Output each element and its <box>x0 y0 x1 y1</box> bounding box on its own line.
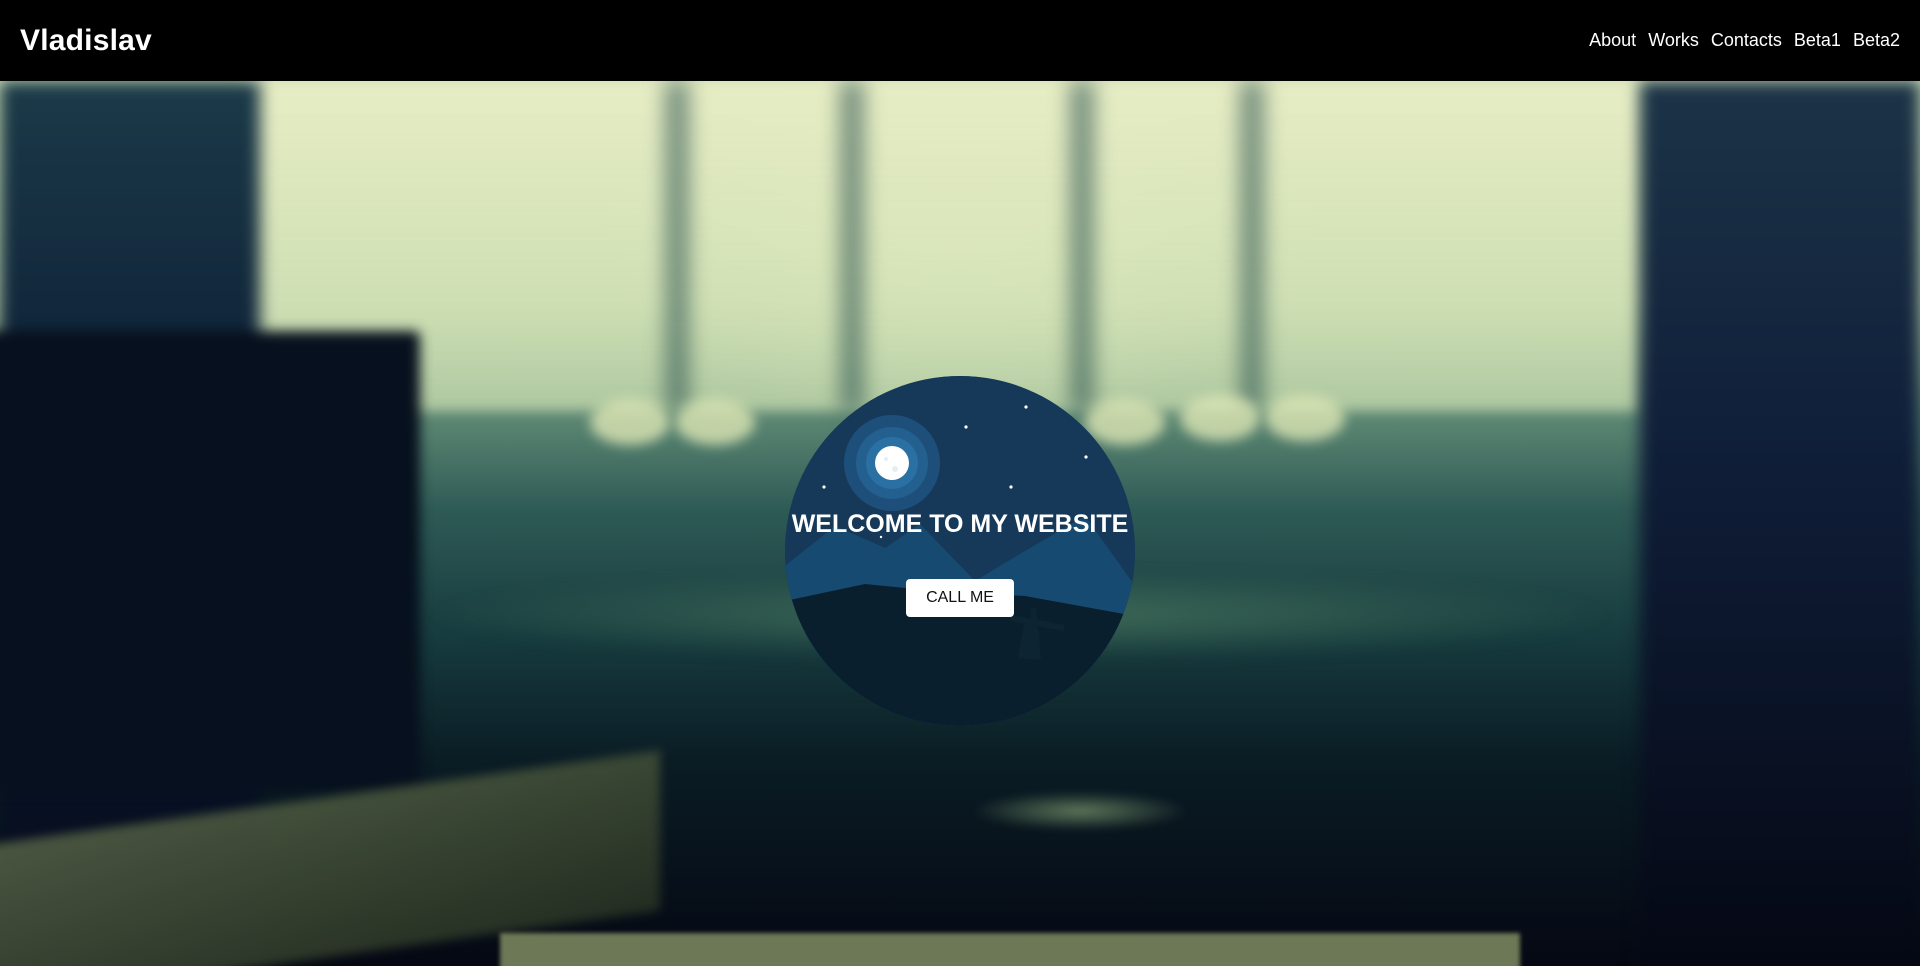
nav-link-beta1[interactable]: Beta1 <box>1794 30 1841 51</box>
nav-link-about[interactable]: About <box>1589 30 1636 51</box>
site-brand[interactable]: Vladislav <box>20 24 152 58</box>
night-scene-illustration <box>785 376 1135 726</box>
background-light-spot <box>590 399 670 445</box>
nav-link-beta2[interactable]: Beta2 <box>1853 30 1900 51</box>
background-right-wall <box>1640 81 1920 966</box>
hero-illustration-circle: WELCOME TO MY WEBSITE CALL ME <box>785 376 1135 726</box>
background-window <box>240 81 1640 411</box>
nav-link-works[interactable]: Works <box>1648 30 1699 51</box>
background-window-bar <box>665 81 689 411</box>
hero-title: WELCOME TO MY WEBSITE <box>791 510 1129 538</box>
background-keyboard <box>500 933 1520 966</box>
background-laptop <box>0 331 420 791</box>
moon-icon <box>844 415 940 511</box>
top-navbar: Vladislav About Works Contacts Beta1 Bet… <box>0 0 1920 81</box>
nav-link-contacts[interactable]: Contacts <box>1711 30 1782 51</box>
call-me-button[interactable]: CALL ME <box>906 579 1014 617</box>
background-light-spot <box>675 399 755 445</box>
main-nav: About Works Contacts Beta1 Beta2 <box>1589 30 1900 51</box>
background-window-bar <box>1070 81 1094 411</box>
background-window-bar <box>1240 81 1264 411</box>
background-window-bar <box>840 81 864 411</box>
background-cup <box>970 791 1190 831</box>
background-light-spot <box>1180 395 1260 441</box>
background-light-spot <box>1265 395 1345 441</box>
